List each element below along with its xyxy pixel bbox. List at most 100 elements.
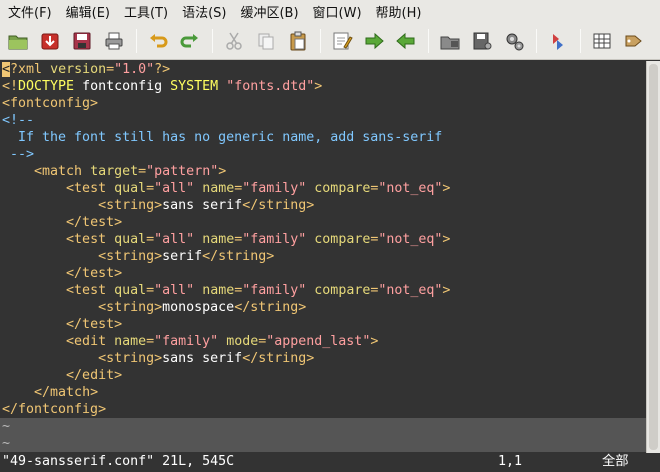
editor-line[interactable]: --> bbox=[0, 146, 646, 163]
text-cursor: < bbox=[2, 62, 11, 77]
run-script-button[interactable] bbox=[499, 26, 529, 56]
paste-button[interactable] bbox=[283, 26, 313, 56]
editor-line[interactable]: <!-- bbox=[0, 112, 646, 129]
editor-line[interactable]: <string>sans serif</string> bbox=[0, 197, 646, 214]
toolbar-separator bbox=[320, 29, 321, 53]
code-token: > bbox=[442, 232, 451, 247]
code-token: ?> bbox=[154, 62, 171, 77]
code-token: </edit> bbox=[66, 368, 123, 383]
back-button[interactable] bbox=[391, 26, 421, 56]
code-token: "not_eq" bbox=[378, 283, 443, 298]
code-token: mode bbox=[226, 334, 259, 349]
toolbar bbox=[0, 23, 660, 60]
make-button[interactable] bbox=[543, 26, 573, 56]
text-editor[interactable]: <?xml version="1.0"?> <!DOCTYPE fontconfi… bbox=[0, 61, 646, 453]
editor-line[interactable]: </fontconfig> bbox=[0, 401, 646, 418]
save-button[interactable] bbox=[67, 26, 97, 56]
code-token: "family" bbox=[154, 334, 219, 349]
code-token: "pattern" bbox=[146, 164, 219, 179]
menu-item-6[interactable]: 帮助(H) bbox=[372, 0, 427, 23]
editor-line[interactable]: <fontconfig> bbox=[0, 95, 646, 112]
menu-item-2[interactable]: 工具(T) bbox=[120, 0, 173, 23]
shell-button[interactable] bbox=[587, 26, 617, 56]
menu-item-1[interactable]: 编辑(E) bbox=[62, 0, 115, 23]
code-token: <string> bbox=[98, 249, 163, 264]
editor-line[interactable]: <string>serif</string> bbox=[0, 248, 646, 265]
code-token: = bbox=[106, 62, 115, 77]
redo-button[interactable] bbox=[175, 26, 205, 56]
vertical-scrollbar[interactable] bbox=[646, 61, 660, 453]
undo-icon bbox=[150, 34, 168, 48]
cut-button[interactable] bbox=[219, 26, 249, 56]
code-token: If the font still has no generic name, a… bbox=[2, 130, 443, 145]
editor-line[interactable]: <string>monospace</string> bbox=[0, 299, 646, 316]
editor-line[interactable]: <string>sans serif</string> bbox=[0, 350, 646, 367]
code-token: <string> bbox=[98, 198, 163, 213]
print-button[interactable] bbox=[99, 26, 129, 56]
open-folder-button[interactable] bbox=[3, 26, 33, 56]
editor-line[interactable]: </test> bbox=[0, 214, 646, 231]
menu-item-0[interactable]: 文件(F) bbox=[4, 0, 57, 23]
editor-line[interactable]: <?xml version="1.0"?> bbox=[0, 61, 646, 78]
code-token: <test bbox=[66, 181, 107, 196]
load-session-button[interactable] bbox=[435, 26, 465, 56]
editor-line[interactable]: </test> bbox=[0, 316, 646, 333]
code-token: "all" bbox=[154, 181, 195, 196]
forward-button[interactable] bbox=[359, 26, 389, 56]
code-token: SYSTEM bbox=[170, 79, 219, 94]
code-token: <!-- bbox=[2, 113, 35, 128]
code-token: "all" bbox=[154, 232, 195, 247]
undo-button[interactable] bbox=[143, 26, 173, 56]
find-replace-button[interactable] bbox=[327, 26, 357, 56]
status-line: "49-sansserif.conf" 21L, 545C 1,1 全部 bbox=[0, 453, 660, 472]
menu-item-4[interactable]: 缓冲区(B) bbox=[236, 0, 303, 23]
copy-button[interactable] bbox=[251, 26, 281, 56]
menu-item-3[interactable]: 语法(S) bbox=[178, 0, 231, 23]
editor-line[interactable]: <edit name="family" mode="append_last"> bbox=[0, 333, 646, 350]
code-token: > bbox=[442, 283, 451, 298]
menu-item-5[interactable]: 窗口(W) bbox=[309, 0, 367, 23]
editor-line[interactable]: </match> bbox=[0, 384, 646, 401]
editor-line[interactable]: <match target="pattern"> bbox=[0, 163, 646, 180]
code-token: qual bbox=[114, 232, 147, 247]
code-token: name bbox=[202, 232, 235, 247]
code-token: name bbox=[202, 283, 235, 298]
editor-line[interactable]: <test qual="all" name="family" compare="… bbox=[0, 231, 646, 248]
editor-line[interactable]: <!DOCTYPE fontconfig SYSTEM "fonts.dtd"> bbox=[0, 78, 646, 95]
editor-line[interactable]: </test> bbox=[0, 265, 646, 282]
code-token: = bbox=[138, 164, 147, 179]
save-session-button[interactable] bbox=[467, 26, 497, 56]
code-token: <test bbox=[66, 283, 107, 298]
editor-line[interactable]: If the font still has no generic name, a… bbox=[0, 129, 646, 146]
tags-button[interactable] bbox=[619, 26, 649, 56]
editor-line[interactable]: <test qual="all" name="family" compare="… bbox=[0, 282, 646, 299]
find-replace-icon bbox=[333, 32, 353, 50]
code-token: </test> bbox=[66, 317, 123, 332]
code-token: > bbox=[218, 164, 227, 179]
editor-line[interactable]: </edit> bbox=[0, 367, 646, 384]
scrollbar-thumb[interactable] bbox=[649, 64, 658, 450]
editor-line[interactable]: <test qual="all" name="family" compare="… bbox=[0, 180, 646, 197]
code-token: > bbox=[370, 334, 379, 349]
code-token: <string> bbox=[98, 300, 163, 315]
save-download-button[interactable] bbox=[35, 26, 65, 56]
empty-buffer-line: ~ bbox=[0, 418, 646, 435]
